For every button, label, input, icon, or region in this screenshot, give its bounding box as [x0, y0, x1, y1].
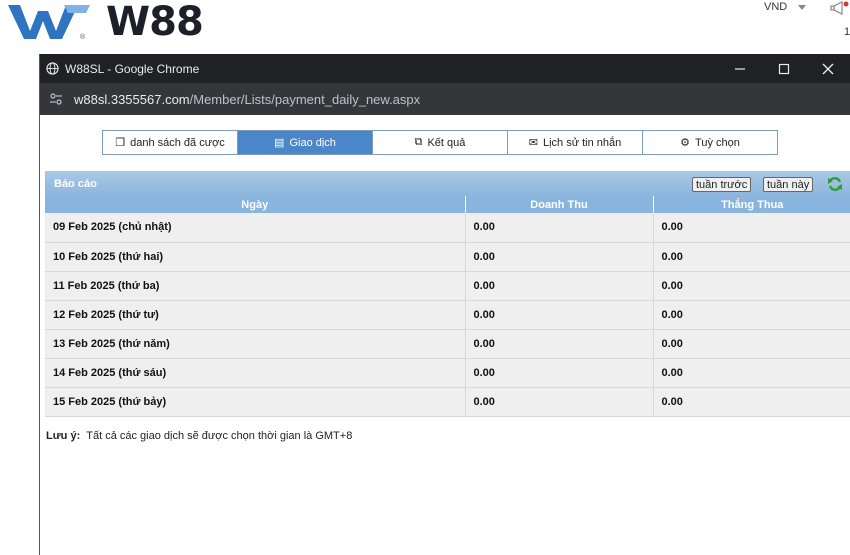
cell-revenue: 0.00 [465, 300, 654, 330]
megaphone-icon[interactable] [830, 0, 850, 18]
clipboard-icon: ❐ [115, 137, 126, 149]
cell-revenue: 0.00 [465, 271, 654, 301]
window-icon: ⧉ [414, 136, 423, 148]
window-titlebar[interactable]: W88SL - Google Chrome [40, 54, 850, 83]
list-icon: ▤ [274, 137, 285, 149]
cell-revenue: 0.00 [465, 242, 654, 272]
tab-message-history[interactable]: ✉ Lịch sử tin nhắn [508, 131, 643, 154]
chrome-popup-window: W88SL - Google Chrome w88sl.3355567.com /… [39, 54, 850, 555]
minimize-icon [735, 67, 745, 70]
cell-date: 15 Feb 2025 (thứ bảy) [45, 387, 466, 417]
table-row: 14 Feb 2025 (thứ sáu) 0.00 0.00 [45, 358, 850, 388]
window-controls [718, 54, 850, 83]
tab-options[interactable]: ⚙ Tuỳ chọn [643, 131, 777, 154]
minimize-button[interactable] [718, 54, 762, 83]
cell-revenue: 0.00 [465, 329, 654, 359]
nav-tabs: ❐ danh sách đã cược ▤ Giao dịch ⧉ Kết qu… [102, 130, 778, 155]
table-row: 12 Feb 2025 (thứ tư) 0.00 0.00 [45, 300, 850, 330]
cell-date: 12 Feb 2025 (thứ tư) [45, 300, 466, 330]
currency-select[interactable]: VND [764, 1, 787, 13]
notification-count: 1 [844, 26, 850, 38]
table-row: 13 Feb 2025 (thứ năm) 0.00 0.00 [45, 329, 850, 359]
report-title: Báo cáo [54, 177, 97, 190]
url-path: /Member/Lists/payment_daily_new.aspx [189, 91, 421, 107]
table-row: 10 Feb 2025 (thứ hai) 0.00 0.00 [45, 242, 850, 272]
table-row: 15 Feb 2025 (thứ bảy) 0.00 0.00 [45, 387, 850, 417]
page-content: ❐ danh sách đã cược ▤ Giao dịch ⧉ Kết qu… [40, 115, 850, 555]
column-header-date: Ngày [45, 196, 466, 213]
maximize-icon [778, 63, 790, 74]
tab-label: Lịch sử tin nhắn [542, 136, 622, 149]
previous-week-button[interactable]: tuần trước [692, 177, 752, 192]
refresh-icon[interactable] [827, 176, 843, 192]
address-bar[interactable]: w88sl.3355567.com/Member/Lists/payment_d… [40, 83, 850, 115]
globe-icon [46, 62, 59, 75]
note-text: Tất cả các giao dịch sẽ được chọn thời g… [86, 430, 353, 442]
chevron-down-icon[interactable] [798, 5, 806, 10]
tab-transactions[interactable]: ▤ Giao dịch [238, 131, 373, 154]
close-icon [822, 63, 834, 74]
cell-revenue: 0.00 [465, 213, 654, 243]
note-label: Lưu ý: [46, 430, 81, 442]
column-header-revenue: Doanh Thu [465, 196, 654, 213]
cell-date: 14 Feb 2025 (thứ sáu) [45, 358, 466, 388]
close-button[interactable] [806, 54, 850, 83]
tab-label: Tuỳ chọn [695, 136, 740, 149]
cell-revenue: 0.00 [465, 358, 654, 388]
cell-winloss: 0.00 [653, 300, 850, 330]
cell-revenue: 0.00 [465, 387, 654, 417]
site-header: ® W88 VND 1 [0, 0, 850, 52]
url-host: w88sl.3355567.com [74, 91, 190, 107]
tab-label: Giao dịch [289, 136, 336, 149]
tab-bet-list[interactable]: ❐ danh sách đã cược [103, 131, 238, 154]
cell-winloss: 0.00 [653, 387, 850, 417]
cell-date: 13 Feb 2025 (thứ năm) [45, 329, 466, 359]
this-week-button[interactable]: tuần này [763, 177, 814, 192]
table-row: 11 Feb 2025 (thứ ba) 0.00 0.00 [45, 271, 850, 301]
cell-winloss: 0.00 [653, 242, 850, 272]
cell-date: 10 Feb 2025 (thứ hai) [45, 242, 466, 272]
column-header-winloss: Thắng Thua [653, 196, 850, 213]
cell-date: 11 Feb 2025 (thứ ba) [45, 271, 466, 301]
window-title: W88SL - Google Chrome [65, 61, 200, 76]
w88-logo-icon: ® [8, 5, 90, 41]
envelope-icon: ✉ [528, 137, 538, 149]
cell-winloss: 0.00 [653, 213, 850, 243]
site-settings-icon[interactable] [48, 91, 64, 107]
report-panel: Báo cáo tuần trước tuần này Ngày Doanh T… [45, 171, 850, 417]
cell-winloss: 0.00 [653, 358, 850, 388]
svg-text:®: ® [80, 33, 86, 41]
tab-label: Kết quả [427, 136, 466, 149]
logo-text: W88 [106, 0, 204, 45]
report-table: Ngày Doanh Thu Thắng Thua 09 Feb 2025 (c… [45, 196, 850, 417]
table-row: 09 Feb 2025 (chủ nhật) 0.00 0.00 [45, 213, 850, 243]
maximize-button[interactable] [762, 54, 806, 83]
cell-winloss: 0.00 [653, 329, 850, 359]
timezone-note: Lưu ý: Tất cả các giao dịch sẽ được chọn … [46, 430, 352, 442]
cell-winloss: 0.00 [653, 271, 850, 301]
cell-date: 09 Feb 2025 (chủ nhật) [45, 213, 466, 243]
site-logo[interactable]: ® W88 [6, 0, 204, 45]
tab-label: danh sách đã cược [130, 136, 225, 149]
report-header: Báo cáo tuần trước tuần này [45, 171, 850, 196]
tab-results[interactable]: ⧉ Kết quả [373, 131, 508, 154]
gear-icon: ⚙ [680, 137, 691, 149]
